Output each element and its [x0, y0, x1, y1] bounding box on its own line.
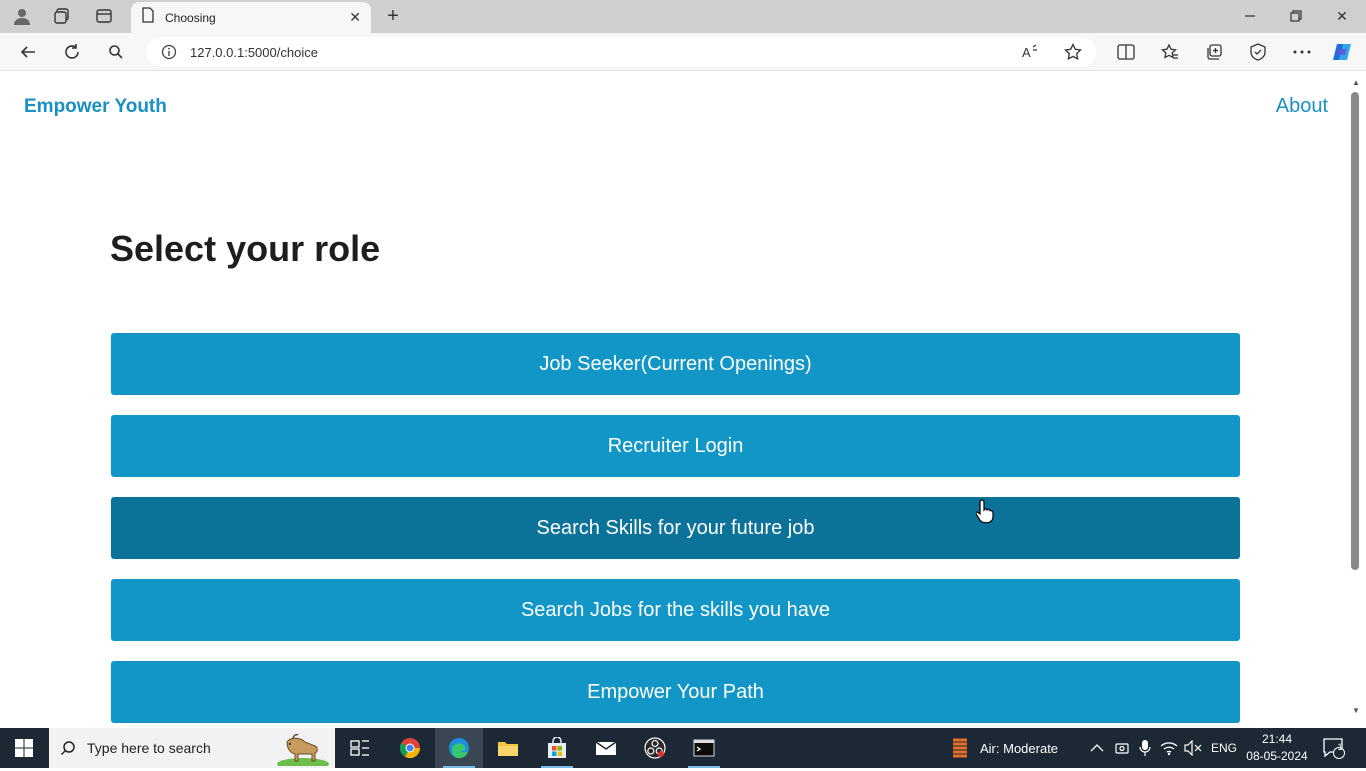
obs-recorder-icon[interactable]: [631, 728, 679, 768]
favorite-star-icon[interactable]: [1062, 41, 1084, 63]
page-icon: [141, 7, 155, 28]
task-view-icon[interactable]: [336, 728, 384, 768]
chrome-icon[interactable]: [386, 728, 434, 768]
close-window-button[interactable]: ✕: [1322, 4, 1362, 28]
svg-text:A: A: [1022, 45, 1031, 60]
notification-count: 1: [1337, 742, 1343, 752]
notifications-icon[interactable]: 1: [1322, 728, 1346, 768]
brand-logo-text[interactable]: Empower Youth: [24, 96, 167, 118]
read-aloud-icon[interactable]: A: [1020, 41, 1042, 63]
wifi-icon[interactable]: [1160, 728, 1178, 768]
search-icon: [59, 739, 77, 757]
clock-date: 08-05-2024: [1246, 749, 1308, 763]
nav-about-link[interactable]: About: [1276, 95, 1328, 118]
workspaces-icon[interactable]: [50, 5, 74, 27]
back-icon[interactable]: [16, 40, 40, 64]
new-tab-button[interactable]: +: [382, 5, 404, 27]
favorites-icon[interactable]: [1158, 40, 1182, 64]
url-text: 127.0.0.1:5000/choice: [190, 44, 318, 60]
scroll-up-arrow-icon[interactable]: ▲: [1350, 78, 1362, 90]
restore-button[interactable]: [1276, 4, 1316, 28]
site-info-icon[interactable]: [160, 43, 178, 61]
taskbar-search-box[interactable]: Type here to search: [49, 728, 335, 770]
recruiter-login-button[interactable]: Recruiter Login: [111, 415, 1240, 477]
scrollbar-thumb[interactable]: [1351, 92, 1359, 570]
collections-icon[interactable]: [1202, 40, 1226, 64]
hand-pointer-cursor-icon: [975, 498, 994, 524]
vertical-tabs-icon[interactable]: [92, 5, 116, 27]
search-placeholder: Type here to search: [87, 740, 211, 756]
more-options-icon[interactable]: [1290, 40, 1314, 64]
minimize-button[interactable]: [1230, 4, 1270, 28]
air-quality-icon: [950, 736, 970, 761]
browser-essentials-icon[interactable]: [1246, 40, 1270, 64]
mail-icon[interactable]: [582, 728, 630, 768]
language-indicator[interactable]: ENG: [1211, 728, 1237, 768]
terminal-icon[interactable]: [680, 728, 728, 768]
empower-your-path-button[interactable]: Empower Your Path: [111, 661, 1240, 723]
volume-muted-icon[interactable]: [1184, 728, 1202, 768]
scroll-down-arrow-icon[interactable]: ▼: [1350, 706, 1362, 718]
tab-choosing[interactable]: Choosing ✕: [131, 2, 371, 33]
page-scrollbar[interactable]: ▲ ▼: [1346, 72, 1366, 724]
page-content: Empower Youth About Select your role Job…: [4, 72, 1346, 724]
show-hidden-icons-chevron-icon[interactable]: [1090, 728, 1104, 768]
profile-icon[interactable]: [10, 5, 34, 27]
page-title: Select your role: [110, 228, 381, 269]
weather-widget[interactable]: Air: Moderate: [950, 728, 1058, 768]
meet-now-icon[interactable]: [1114, 728, 1130, 768]
search-jobs-button[interactable]: Search Jobs for the skills you have: [111, 579, 1240, 641]
windows-taskbar: Type here to search Air: Moderate ENG 21…: [0, 728, 1366, 770]
search-skills-button[interactable]: Search Skills for your future job: [111, 497, 1240, 559]
search-icon[interactable]: [104, 40, 128, 64]
file-explorer-icon[interactable]: [484, 728, 532, 768]
tab-strip: Choosing ✕ + ✕: [0, 0, 1366, 33]
tab-title: Choosing: [165, 10, 216, 25]
system-clock[interactable]: 21:44 08-05-2024: [1244, 731, 1310, 765]
clock-time: 21:44: [1261, 732, 1293, 746]
address-bar[interactable]: 127.0.0.1:5000/choice A: [146, 37, 1096, 67]
job-seeker-button[interactable]: Job Seeker(Current Openings): [111, 333, 1240, 395]
refresh-icon[interactable]: [60, 40, 84, 64]
microsoft-store-icon[interactable]: [533, 728, 581, 768]
weather-text: Air: Moderate: [980, 740, 1059, 756]
edge-icon[interactable]: [435, 728, 483, 768]
browser-toolbar: 127.0.0.1:5000/choice A: [0, 33, 1366, 71]
microphone-icon[interactable]: [1138, 728, 1152, 768]
search-highlight-pony-icon: [273, 730, 329, 770]
close-tab-icon[interactable]: ✕: [349, 9, 361, 26]
split-screen-icon[interactable]: [1114, 40, 1138, 64]
start-windows-icon[interactable]: [0, 728, 48, 768]
copilot-icon[interactable]: [1330, 40, 1354, 64]
